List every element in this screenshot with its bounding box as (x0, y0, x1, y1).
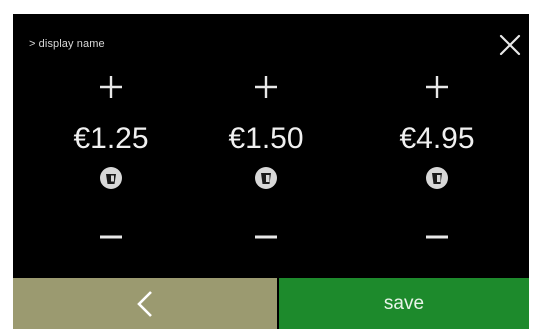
price-column-2: €1.50 (201, 70, 331, 250)
cup-icon (100, 167, 122, 189)
plus-icon (100, 76, 122, 98)
increase-price-button-3[interactable] (372, 70, 502, 104)
increase-price-button-1[interactable] (46, 70, 176, 104)
price-value-3: €4.95 (399, 122, 475, 155)
price-column-1: €1.25 (46, 70, 176, 250)
decrease-price-button-1[interactable] (46, 220, 176, 254)
cup-icon (426, 167, 448, 189)
minus-icon (255, 235, 277, 239)
plus-icon (426, 76, 448, 98)
price-value-2: €1.50 (228, 122, 304, 155)
cup-icon (255, 167, 277, 189)
close-icon (499, 34, 521, 56)
close-button[interactable] (495, 30, 525, 60)
breadcrumb: > display name (29, 38, 105, 50)
minus-icon (426, 235, 448, 239)
bottom-action-bar: save (13, 278, 529, 329)
decrease-price-button-2[interactable] (201, 220, 331, 254)
price-column-3: €4.95 (372, 70, 502, 250)
plus-icon (255, 76, 277, 98)
back-button[interactable] (13, 278, 277, 329)
screen: > display name €1.25 €1.50 €4.95 save (13, 14, 529, 329)
price-value-1: €1.25 (73, 122, 149, 155)
save-button[interactable]: save (279, 278, 529, 329)
decrease-price-button-3[interactable] (372, 220, 502, 254)
minus-icon (100, 235, 122, 239)
chevron-left-icon (137, 290, 152, 317)
increase-price-button-2[interactable] (201, 70, 331, 104)
